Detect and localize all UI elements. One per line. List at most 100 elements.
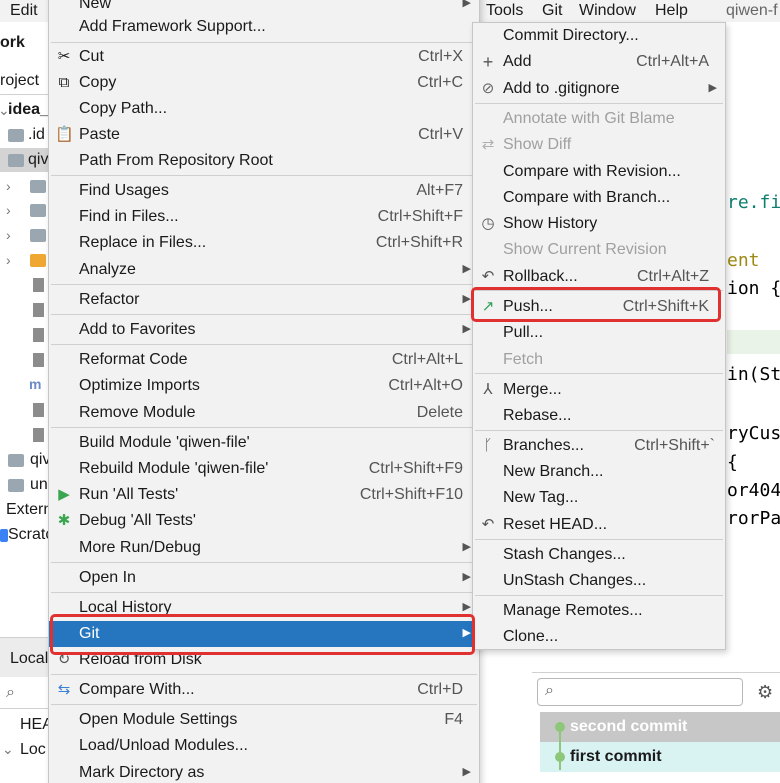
menu-item-compare-with-branch[interactable]: Compare with Branch... xyxy=(473,185,725,211)
resources-folder-icon xyxy=(30,254,46,267)
menu-item-branches[interactable]: ᚴ Branches... Ctrl+Shift+` xyxy=(473,433,725,459)
tree-item[interactable]: › xyxy=(0,174,50,198)
log-search-input[interactable] xyxy=(537,678,743,706)
project-context-menu: New ▶ Add Framework Support... ✂ Cut Ctr… xyxy=(48,0,480,783)
menu-item-copy[interactable]: ⧉ Copy Ctrl+C xyxy=(49,70,479,96)
tree-item[interactable]: un xyxy=(0,473,50,497)
tree-root[interactable]: ⌄ idea_v xyxy=(0,98,58,122)
menu-item-paste[interactable]: 📋 Paste Ctrl+V xyxy=(49,122,479,148)
menu-item-add[interactable]: + Add Ctrl+Alt+A xyxy=(473,49,725,75)
folder-icon xyxy=(8,479,24,492)
local-changes-tab[interactable]: Local xyxy=(0,637,50,677)
push-highlight-box xyxy=(471,287,721,322)
menu-item-clone[interactable]: Clone... xyxy=(473,624,725,650)
menu-item-mark-directory-as[interactable]: Mark Directory as ▶ xyxy=(49,760,479,783)
menu-separator xyxy=(51,175,477,176)
menu-item-add-to-favorites[interactable]: Add to Favorites ▶ xyxy=(49,317,479,343)
menu-item-reset-head[interactable]: ↶ Reset HEAD... xyxy=(473,512,725,538)
debug-icon: ✱ xyxy=(57,512,71,529)
menu-item-path-from-repository-root[interactable]: Path From Repository Root xyxy=(49,148,479,174)
commit-node-icon xyxy=(555,722,565,732)
submenu-arrow-icon: ▶ xyxy=(462,601,471,613)
reset-icon: ↶ xyxy=(481,516,495,533)
diff-icon: ⇄ xyxy=(481,136,495,153)
menu-item-manage-remotes[interactable]: Manage Remotes... xyxy=(473,598,725,624)
submenu-arrow-icon: ▶ xyxy=(462,293,471,305)
tree-item[interactable]: Extern xyxy=(0,498,52,522)
menu-item-find-usages[interactable]: Find Usages Alt+F7 xyxy=(49,178,479,204)
menu-item-pull[interactable]: Pull... xyxy=(473,320,725,346)
menu-tools[interactable]: Tools xyxy=(486,0,523,22)
menu-item-show-history[interactable]: ◷ Show History xyxy=(473,211,725,237)
menu-item-cut[interactable]: ✂ Cut Ctrl+X xyxy=(49,44,479,70)
tree-item[interactable]: .id xyxy=(0,123,50,147)
menu-item-open-module-settings[interactable]: Open Module Settings F4 xyxy=(49,707,479,733)
breadcrumb[interactable]: ork xyxy=(0,34,25,52)
menu-item-new-branch[interactable]: New Branch... xyxy=(473,459,725,485)
menu-item-compare-with[interactable]: ⇆ Compare With... Ctrl+D xyxy=(49,677,479,703)
gear-icon[interactable]: ⚙ xyxy=(757,682,773,703)
menu-git[interactable]: Git xyxy=(542,0,562,22)
commit-row[interactable]: second commit xyxy=(540,712,780,742)
menu-separator xyxy=(51,284,477,285)
menu-separator xyxy=(475,539,723,540)
menu-item-fetch: Fetch xyxy=(503,351,544,368)
menu-edit[interactable]: Edit xyxy=(10,0,38,22)
tree-item[interactable]: Scratc xyxy=(0,523,53,547)
tree-item[interactable]: › xyxy=(0,223,50,247)
menu-item-merge[interactable]: ⅄ Merge... xyxy=(473,377,725,403)
menu-item-build-module[interactable]: Build Module 'qiwen-file' xyxy=(49,430,479,456)
menu-item-unstash-changes[interactable]: UnStash Changes... xyxy=(473,568,725,594)
menu-item-open-in[interactable]: Open In ▶ xyxy=(49,565,479,591)
menu-item-run-all-tests[interactable]: ▶ Run 'All Tests' Ctrl+Shift+F10 xyxy=(49,482,479,508)
file-icon xyxy=(33,328,44,342)
menu-item-analyze[interactable]: Analyze ▶ xyxy=(49,257,479,283)
folder-icon xyxy=(30,180,46,193)
menu-item-find-in-files[interactable]: Find in Files... Ctrl+Shift+F xyxy=(49,204,479,230)
search-icon[interactable]: ⌕ xyxy=(6,684,15,702)
menu-window[interactable]: Window xyxy=(579,0,636,22)
project-panel-title[interactable]: roject xyxy=(0,72,39,90)
menu-item-load-unload-modules[interactable]: Load/Unload Modules... xyxy=(49,733,479,759)
menu-item-optimize-imports[interactable]: Optimize Imports Ctrl+Alt+O xyxy=(49,373,479,399)
folder-icon xyxy=(30,204,46,217)
menu-help[interactable]: Help xyxy=(655,0,688,22)
menu-item-reformat-code[interactable]: Reformat Code Ctrl+Alt+L xyxy=(49,347,479,373)
menu-item-rebase[interactable]: Rebase... xyxy=(473,403,725,429)
chevron-right-icon: › xyxy=(6,227,11,243)
compare-icon: ⇆ xyxy=(57,681,71,698)
menu-item-copy-path[interactable]: Copy Path... xyxy=(49,96,479,122)
divider xyxy=(0,708,50,709)
editor-tab[interactable]: qiwen-f xyxy=(726,0,778,22)
tree-item[interactable]: › xyxy=(0,198,50,222)
tree-item-selected[interactable]: qiv xyxy=(0,148,50,172)
menu-item-stash-changes[interactable]: Stash Changes... xyxy=(473,542,725,568)
menu-item-refactor[interactable]: Refactor ▶ xyxy=(49,287,479,313)
menu-item-rebuild-module[interactable]: Rebuild Module 'qiwen-file' Ctrl+Shift+F… xyxy=(49,456,479,482)
submenu-arrow-icon: ▶ xyxy=(462,263,471,275)
menu-separator xyxy=(51,344,477,345)
module-folder-icon xyxy=(8,454,24,467)
commit-row[interactable]: first commit xyxy=(540,742,780,772)
tree-item[interactable]: qiv xyxy=(0,448,50,472)
markdown-file-icon xyxy=(33,428,44,442)
rollback-icon: ↶ xyxy=(481,268,495,285)
branch-local-item[interactable]: Loc xyxy=(20,741,46,759)
menu-item-new-tag[interactable]: New Tag... xyxy=(473,485,725,511)
scissors-icon: ✂ xyxy=(57,48,71,65)
menu-separator xyxy=(475,103,723,104)
current-line-highlight xyxy=(727,330,780,354)
menu-item-compare-with-revision[interactable]: Compare with Revision... xyxy=(473,159,725,185)
submenu-arrow-icon: ▶ xyxy=(462,571,471,583)
menu-item-debug-all-tests[interactable]: ✱ Debug 'All Tests' xyxy=(49,508,479,534)
menu-item-more-run-debug[interactable]: More Run/Debug ▶ xyxy=(49,535,479,561)
menu-item-remove-module[interactable]: Remove Module Delete xyxy=(49,400,479,426)
folder-icon xyxy=(8,129,24,142)
menu-item-add-to-gitignore[interactable]: ⊘ Add to .gitignore ▶ xyxy=(473,76,725,102)
menu-item-replace-in-files[interactable]: Replace in Files... Ctrl+Shift+R xyxy=(49,230,479,256)
submenu-arrow-icon: ▶ xyxy=(462,541,471,553)
git-highlight-box xyxy=(50,614,475,655)
menu-item-commit-directory[interactable]: Commit Directory... xyxy=(473,23,725,49)
menu-item-add-framework-support[interactable]: Add Framework Support... xyxy=(49,14,479,40)
tree-item[interactable]: › xyxy=(0,248,50,272)
